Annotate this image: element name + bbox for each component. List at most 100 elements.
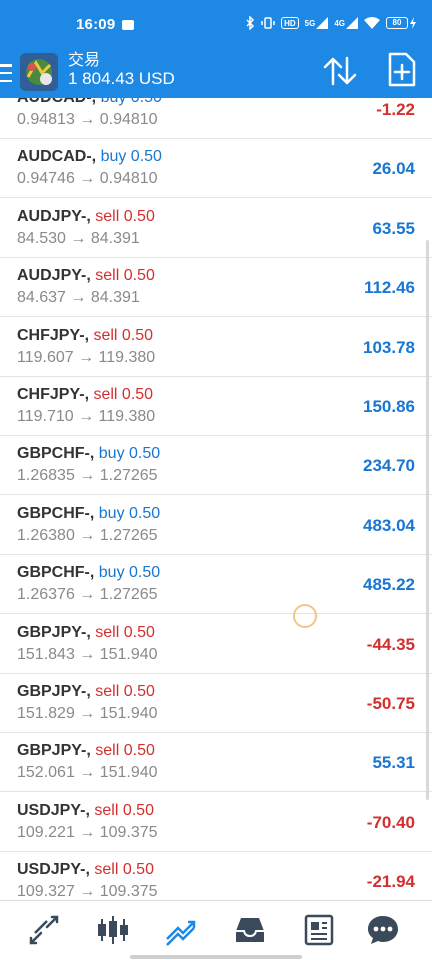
position-symbol: GBPJPY-, — [17, 742, 91, 760]
charging-icon — [410, 17, 416, 29]
position-symbol: AUDCAD-, — [17, 148, 97, 166]
position-title: GBPCHF-, buy 0.50 — [17, 564, 160, 582]
signal-5g-icon: 5G — [305, 16, 329, 30]
position-title: AUDCAD-, buy 0.50 — [17, 148, 162, 166]
nav-trade[interactable] — [164, 913, 198, 947]
nav-history[interactable] — [233, 913, 267, 947]
position-row[interactable]: CHFJPY-, sell 0.50 119.710 → 119.380 150.8… — [0, 377, 432, 436]
page-title: 交易 — [68, 52, 101, 69]
position-direction: sell 0.50 — [95, 742, 155, 760]
nav-chat[interactable] — [366, 913, 400, 947]
net-label: 5G — [304, 18, 316, 28]
position-prices: 119.607 → 119.380 — [17, 348, 156, 366]
vibrate-icon — [261, 16, 275, 30]
position-direction: buy 0.50 — [101, 98, 162, 106]
position-symbol: USDJPY-, — [17, 801, 90, 819]
position-prices: 0.94746 → 0.94810 — [17, 170, 158, 188]
inbox-icon — [236, 918, 264, 942]
position-title: CHFJPY-, sell 0.50 — [17, 327, 153, 345]
position-title: AUDJPY-, sell 0.50 — [17, 208, 155, 226]
position-row[interactable]: GBPJPY-, sell 0.50 152.061 → 151.940 55.31 — [0, 733, 432, 793]
position-row[interactable]: GBPCHF-, buy 0.50 1.26376 → 1.27265 485.22 — [0, 555, 432, 615]
position-direction: sell 0.50 — [95, 207, 155, 225]
position-prices: 1.26380 → 1.27265 — [17, 526, 158, 544]
position-prices: 109.327 → 109.375 — [17, 883, 158, 900]
signal-4g-icon: 4G — [334, 16, 358, 30]
position-title: GBPJPY-, sell 0.50 — [17, 624, 155, 642]
quotes-arrows-icon — [29, 915, 59, 945]
position-row[interactable]: GBPJPY-, sell 0.50 151.843 → 151.940 -44.3… — [0, 614, 432, 674]
position-direction: buy 0.50 — [100, 148, 162, 166]
position-title: GBPJPY-, sell 0.50 — [17, 683, 155, 701]
position-profit: -21.94 — [366, 872, 415, 892]
sort-button[interactable] — [320, 54, 360, 88]
menu-icon[interactable] — [0, 64, 12, 82]
position-row[interactable]: GBPCHF-, buy 0.50 1.26835 → 1.27265 234.70 — [0, 436, 432, 496]
scrollbar[interactable] — [426, 240, 429, 800]
position-profit: 234.70 — [363, 456, 415, 476]
position-row[interactable]: CHFJPY-, sell 0.50 119.607 → 119.380 103.7… — [0, 317, 432, 377]
app-header: 交易 1 804.43 USD — [0, 50, 432, 98]
position-direction: buy 0.50 — [98, 564, 161, 582]
position-symbol: GBPCHF-, — [17, 504, 95, 522]
new-order-button[interactable] — [384, 52, 418, 88]
position-prices: 0.94813 → 0.94810 — [17, 111, 158, 128]
nav-quotes[interactable] — [27, 913, 61, 947]
trade-icon — [166, 920, 196, 946]
position-row[interactable]: GBPJPY-, sell 0.50 151.829 → 151.940 -50.7… — [0, 674, 432, 733]
position-title: AUDCAD-, buy 0.50 — [17, 98, 162, 107]
position-profit: -1.22 — [376, 100, 415, 119]
status-icons: HD 5G 4G 80 — [246, 16, 416, 30]
position-title: USDJPY-, sell 0.50 — [17, 861, 154, 879]
position-profit: 150.86 — [363, 397, 415, 416]
position-direction: buy 0.50 — [98, 504, 161, 522]
nav-chart[interactable] — [96, 913, 130, 947]
new-document-icon — [388, 52, 416, 87]
position-symbol: USDJPY-, — [17, 861, 90, 879]
bluetooth-icon — [246, 16, 255, 30]
position-symbol: CHFJPY-, — [17, 386, 90, 403]
position-prices: 109.221 → 109.375 — [17, 823, 158, 841]
position-profit: 55.31 — [372, 753, 415, 773]
position-row[interactable]: AUDCAD-, buy 0.50 0.94746 → 0.94810 26.04 — [0, 139, 432, 199]
position-row[interactable]: USDJPY-, sell 0.50 109.327 → 109.375 -21.9… — [0, 852, 432, 900]
position-direction: sell 0.50 — [94, 801, 154, 819]
position-direction: sell 0.50 — [95, 683, 155, 700]
position-symbol: AUDJPY-, — [17, 207, 91, 225]
metatrader-logo — [20, 53, 58, 91]
position-prices: 1.26835 → 1.27265 — [17, 467, 158, 485]
touch-indicator — [293, 604, 317, 628]
position-profit: 112.46 — [363, 278, 415, 298]
position-direction: sell 0.50 — [95, 623, 155, 641]
position-prices: 151.829 → 151.940 — [17, 705, 158, 722]
signal-label: 4G — [334, 18, 345, 28]
position-direction: sell 0.50 — [93, 386, 154, 403]
home-indicator[interactable] — [130, 955, 302, 959]
position-title: CHFJPY-, sell 0.50 — [17, 386, 153, 404]
position-profit: 26.04 — [372, 159, 415, 179]
position-symbol: GBPCHF-, — [17, 564, 95, 582]
nav-news[interactable] — [302, 913, 336, 947]
position-symbol: GBPCHF-, — [17, 445, 95, 463]
position-profit: 483.04 — [363, 515, 415, 535]
position-title: GBPCHF-, buy 0.50 — [17, 505, 160, 523]
position-direction: sell 0.50 — [93, 326, 154, 344]
battery-indicator: 80 — [386, 17, 416, 29]
position-row[interactable]: GBPCHF-, buy 0.50 1.26380 → 1.27265 483.04 — [0, 495, 432, 555]
position-profit: -70.40 — [366, 812, 415, 832]
status-time: 16:09 — [76, 16, 116, 33]
position-title: GBPJPY-, sell 0.50 — [17, 742, 155, 760]
candlestick-icon — [98, 916, 128, 944]
position-title: USDJPY-, sell 0.50 — [17, 802, 154, 820]
position-profit: -44.35 — [366, 634, 415, 654]
position-row[interactable]: AUDJPY-, sell 0.50 84.637 → 84.391 112.46 — [0, 258, 432, 318]
position-row[interactable]: USDJPY-, sell 0.50 109.221 → 109.375 -70.4… — [0, 792, 432, 852]
position-symbol: AUDJPY-, — [17, 267, 91, 285]
position-row[interactable]: AUDCAD-, buy 0.50 0.94813 → 0.94810 -1.22 — [0, 98, 432, 139]
positions-list[interactable]: AUDCAD-, buy 0.500.94813 → 0.94810-1.22A… — [0, 98, 432, 900]
account-balance: 1 804.43 USD — [68, 69, 175, 88]
position-direction: sell 0.50 — [94, 861, 154, 879]
position-prices: 152.061 → 151.940 — [17, 764, 158, 782]
position-direction: sell 0.50 — [95, 267, 155, 285]
position-row[interactable]: AUDJPY-, sell 0.50 84.530 → 84.391 63.55 — [0, 198, 432, 258]
